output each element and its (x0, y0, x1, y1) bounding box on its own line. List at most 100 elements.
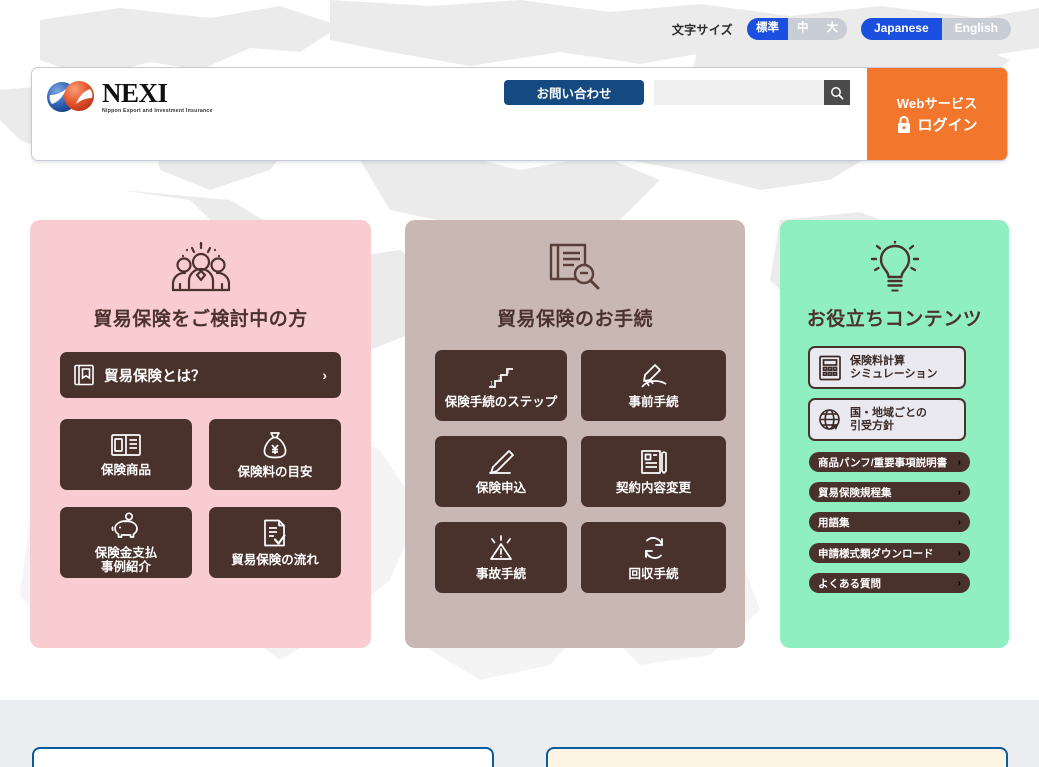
lightbulb-icon (780, 240, 1009, 296)
globe-plane-icon (819, 408, 840, 430)
pill-insurance-regulations[interactable]: 貿易保険規程集 › (809, 482, 970, 502)
tile-recovery-procedure-label: 回収手続 (628, 566, 679, 581)
logo-tagline: Nippon Export and Investment Insurance (102, 108, 213, 114)
pill-glossary[interactable]: 用語集 › (809, 512, 970, 532)
font-size-option-large[interactable]: 大 (817, 18, 847, 40)
card-for-prospective-customers: 貿易保険をご検討中の方 貿易保険とは？ › 保険商品 保険料の目安 保険金支払 … (30, 220, 371, 648)
login-top-label: Webサービス (896, 96, 978, 111)
tile-accident-procedure[interactable]: 事故手続 (435, 522, 567, 593)
tile-insurance-application[interactable]: 保険申込 (435, 436, 567, 507)
tile-contract-change-label: 契約内容変更 (615, 480, 691, 495)
pink-card-header: 貿易保険をご検討中の方 (30, 220, 371, 331)
tile-preliminary-procedure-label: 事前手続 (628, 394, 679, 409)
tan-card-header: 貿易保険のお手続 (405, 220, 745, 331)
stairs-steps-icon: 1 2 3 (489, 367, 513, 388)
open-book-icon (111, 433, 141, 456)
tile-claim-payment-cases-label: 保険金支払 事例紹介 (94, 545, 158, 574)
button-country-policy[interactable]: 国・地域ごとの 引受方針 (808, 398, 966, 441)
tile-trade-insurance-flow-label: 貿易保険の流れ (231, 552, 319, 567)
language-option-japanese[interactable]: Japanese (860, 18, 942, 40)
tile-insurance-products-label: 保険商品 (100, 462, 151, 477)
tile-recovery-procedure[interactable]: 回収手続 (581, 522, 726, 593)
pill-form-downloads-label: 申請様式類ダウンロード (818, 547, 934, 560)
book-badge-icon (74, 364, 94, 386)
tile-insurance-products[interactable]: 保険商品 (60, 419, 192, 490)
chevron-right-icon: › (957, 456, 961, 468)
button-premium-simulation-label: 保険料計算 シミュレーション (850, 354, 938, 380)
tile-preliminary-procedure[interactable]: 事前手続 (581, 350, 726, 421)
svg-text:3: 3 (506, 369, 510, 375)
web-service-login-button[interactable]: Webサービス ログイン (867, 68, 1007, 160)
tile-claim-payment-cases[interactable]: 保険金支払 事例紹介 (60, 507, 192, 578)
bottom-panel-right[interactable] (546, 747, 1008, 767)
chevron-right-icon: › (957, 516, 961, 528)
tile-insurance-application-label: 保険申込 (475, 480, 526, 495)
people-group-icon (30, 240, 371, 296)
bottom-section (0, 700, 1039, 767)
tile-accident-procedure-label: 事故手続 (475, 566, 526, 581)
site-logo[interactable]: NEXI Nippon Export and Investment Insura… (46, 80, 213, 114)
refresh-cycle-icon (644, 536, 663, 559)
money-bag-yen-icon (263, 431, 287, 458)
login-bottom-label: ログイン (896, 114, 978, 135)
card-insurance-procedures: 貿易保険のお手続 1 2 3 保険手続のステップ 事前手続 保険申込 契約内容変… (405, 220, 745, 648)
pink-card-tiles: 保険商品 保険料の目安 保険金支払 事例紹介 貿易保険の流れ (60, 419, 341, 578)
green-card-header: お役立ちコンテンツ (780, 220, 1009, 331)
tile-what-is-trade-insurance-label: 貿易保険とは？ (104, 368, 206, 385)
tile-premium-guide-label: 保険料の目安 (237, 464, 313, 479)
chevron-right-icon: › (957, 547, 961, 559)
tan-card-tiles: 1 2 3 保険手続のステップ 事前手続 保険申込 契約内容変更 事故手続 回収… (435, 350, 726, 593)
piggy-bank-icon (111, 511, 138, 538)
chevron-right-icon: › (322, 367, 327, 383)
pink-card-title: 貿易保険をご検討中の方 (93, 309, 308, 330)
tile-procedure-steps[interactable]: 1 2 3 保険手続のステップ (435, 350, 567, 421)
pill-faq[interactable]: よくある質問 › (809, 573, 970, 593)
nexi-logo-mark-icon (46, 80, 98, 114)
font-size-option-medium[interactable]: 中 (788, 18, 818, 40)
language-switcher[interactable]: Japanese English (860, 18, 1011, 40)
search-input[interactable] (654, 80, 824, 105)
button-premium-simulation[interactable]: 保険料計算 シミュレーション (808, 346, 966, 389)
bottom-panel-left[interactable] (32, 747, 494, 767)
search-icon (831, 86, 844, 99)
tile-trade-insurance-flow[interactable]: 貿易保険の流れ (209, 507, 341, 578)
contact-button[interactable]: お問い合わせ (504, 80, 644, 105)
font-size-switcher[interactable]: 標準 中 大 (746, 18, 847, 40)
page-root: 文字サイズ 標準 中 大 Japanese English NEXI Nippo… (0, 0, 1039, 767)
calculator-icon (819, 355, 841, 380)
feature-cards: 貿易保険をご検討中の方 貿易保険とは？ › 保険商品 保険料の目安 保険金支払 … (0, 220, 1039, 648)
tile-procedure-steps-label: 保険手続のステップ (444, 394, 558, 409)
login-bottom-text: ログイン (917, 117, 978, 134)
contract-pen-icon (640, 449, 667, 474)
hand-write-icon (640, 363, 666, 388)
search-submit-button[interactable] (824, 80, 850, 105)
pill-insurance-regulations-label: 貿易保険規程集 (818, 486, 892, 499)
button-country-policy-label: 国・地域ごとの 引受方針 (850, 406, 927, 432)
search-form (654, 80, 850, 105)
font-size-label: 文字サイズ (671, 22, 733, 37)
document-search-icon (405, 240, 745, 296)
utility-bar: 文字サイズ 標準 中 大 Japanese English (672, 18, 1011, 40)
font-size-option-standard[interactable]: 標準 (746, 18, 788, 40)
card-useful-contents: お役立ちコンテンツ 保険料計算 シミュレーション 国・地域ごとの 引受方針 商品… (780, 220, 1009, 648)
tan-card-title: 貿易保険のお手続 (496, 309, 653, 330)
pill-faq-label: よくある質問 (818, 577, 881, 590)
chevron-right-icon: › (957, 577, 961, 589)
pill-product-pamphlet[interactable]: 商品パンフ/重要事項説明書 › (809, 452, 970, 472)
tile-what-is-trade-insurance[interactable]: 貿易保険とは？ › (60, 352, 341, 398)
tile-premium-guide[interactable]: 保険料の目安 (209, 419, 341, 490)
pill-product-pamphlet-label: 商品パンフ/重要事項説明書 (818, 456, 948, 469)
logo-text-block: NEXI Nippon Export and Investment Insura… (102, 78, 213, 115)
logo-wordmark: NEXI (102, 78, 168, 108)
tile-contract-change[interactable]: 契約内容変更 (581, 436, 726, 507)
chevron-right-icon: › (957, 486, 961, 498)
pen-icon (489, 449, 514, 474)
site-header: NEXI Nippon Export and Investment Insura… (32, 68, 1007, 160)
green-card-title: お役立ちコンテンツ (806, 309, 983, 330)
pill-form-downloads[interactable]: 申請様式類ダウンロード › (809, 543, 970, 563)
warning-triangle-icon (490, 534, 512, 560)
pill-glossary-label: 用語集 (818, 516, 850, 529)
lock-icon (898, 115, 911, 133)
checklist-icon (264, 519, 286, 546)
language-option-english[interactable]: English (942, 18, 1011, 40)
